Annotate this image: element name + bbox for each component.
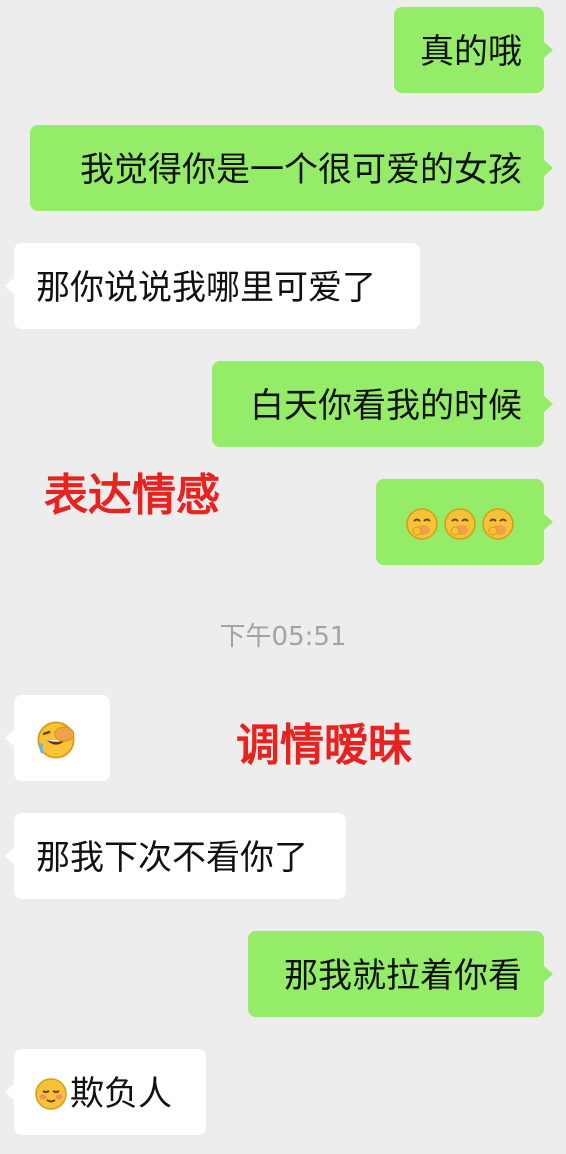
message-bubble-received[interactable]: 那你说说我哪里可爱了 [5,243,420,329]
giggle-emoji-icon [481,507,515,541]
message-text: 欺负人 [70,1073,172,1114]
facepalm-laugh-emoji-icon [36,720,76,760]
annotation-label: 调情暧昧 [236,720,412,771]
message-bubble-sent[interactable]: 白天你看我的时候 [212,361,553,447]
message-bubble-received[interactable] [5,695,110,781]
message-text: 白天你看我的时候 [250,385,522,426]
blushing-smile-emoji-icon [34,1077,68,1111]
timestamp: 下午05:51 [219,622,347,652]
message-text: 那你说说我哪里可爱了 [36,267,376,308]
message-bubble-sent[interactable]: 真的哦 [394,7,553,93]
message-bubble-received[interactable]: 那我下次不看你了 [5,813,346,899]
message-text: 真的哦 [420,31,522,72]
chat-area: 真的哦 我觉得你是一个很可爱的女孩 那你说说我哪里可爱了 白天你看我的时候 表达… [0,0,566,1154]
message-text: 那我下次不看你了 [36,837,308,878]
message-bubble-received[interactable]: 欺负人 [5,1049,206,1135]
message-bubble-sent[interactable]: 那我就拉着你看 [248,931,553,1017]
message-text: 我觉得你是一个很可爱的女孩 [80,149,522,190]
giggle-emoji-icon [443,507,477,541]
message-text: 那我就拉着你看 [284,955,522,996]
giggle-emoji-icon [405,507,439,541]
annotation-label: 表达情感 [44,470,220,521]
message-bubble-sent[interactable] [376,479,553,565]
message-bubble-sent[interactable]: 我觉得你是一个很可爱的女孩 [30,125,553,211]
